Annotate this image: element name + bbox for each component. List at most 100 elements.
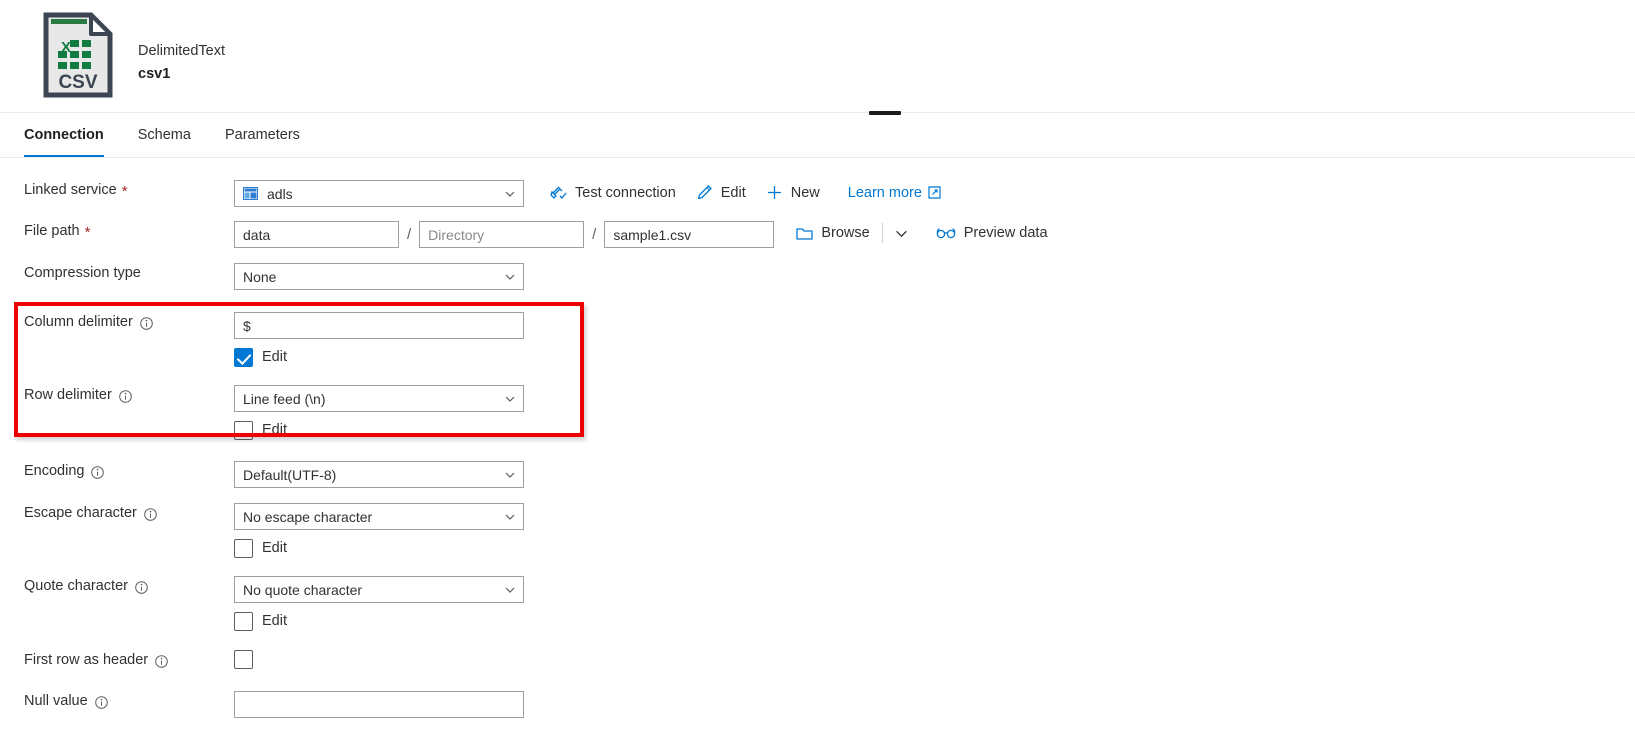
test-connection-label: Test connection — [575, 184, 676, 201]
label-linked-service: Linked service * — [0, 180, 234, 200]
linked-service-label-text: Linked service — [24, 182, 117, 198]
dataset-name: csv1 — [138, 66, 171, 82]
edit-linked-service-label: Edit — [720, 184, 746, 201]
linked-service-actions: Test connection Edit New Learn more — [540, 180, 941, 205]
edit-linked-service-button[interactable]: Edit — [686, 180, 756, 205]
adls-icon — [243, 187, 258, 200]
row-delimiter-field: Line feed (\n) Edit — [234, 385, 524, 440]
file-path-file-input[interactable]: sample1.csv — [604, 221, 775, 248]
file-path-directory-input[interactable]: Directory — [419, 221, 585, 248]
row-delimiter-edit-label: Edit — [262, 422, 287, 438]
path-separator: / — [592, 226, 597, 243]
external-link-icon — [928, 186, 941, 199]
label-column-delimiter: Column delimiter — [0, 312, 234, 332]
plus-icon — [767, 186, 781, 199]
required-asterisk: * — [121, 183, 128, 200]
panel-header: X CSV DelimitedText csv1 — [0, 0, 1635, 115]
row-first-row-as-header: First row as header — [0, 650, 1635, 670]
preview-data-label: Preview data — [963, 225, 1048, 241]
quote-character-edit-checkbox[interactable] — [234, 611, 253, 631]
escape-character-field: No escape character Edit — [234, 503, 524, 558]
quote-character-edit-label: Edit — [262, 613, 287, 629]
quote-character-label-text: Quote character — [24, 578, 128, 594]
encoding-dropdown[interactable]: Default(UTF-8) — [234, 461, 524, 488]
plug-icon — [550, 186, 567, 199]
null-value-input[interactable] — [234, 691, 524, 718]
file-path-container-input[interactable]: data — [234, 221, 399, 248]
chevron-down-icon — [505, 587, 515, 593]
info-icon[interactable] — [139, 316, 153, 330]
label-quote-character: Quote character — [0, 576, 234, 596]
test-connection-button[interactable]: Test connection — [540, 180, 686, 205]
linked-service-dropdown[interactable]: adls — [234, 180, 524, 207]
info-icon[interactable] — [155, 654, 168, 668]
row-compression-type: Compression type None — [0, 263, 1635, 290]
file-path-actions: Browse Preview data — [786, 221, 1057, 245]
linked-service-value: adls — [267, 185, 293, 202]
row-delimiter-value: Line feed (\n) — [243, 390, 326, 407]
chevron-down-icon — [505, 396, 515, 402]
escape-character-label-text: Escape character — [24, 505, 137, 521]
column-delimiter-edit-checkbox[interactable] — [234, 347, 253, 367]
label-escape-character: Escape character — [0, 503, 234, 523]
row-null-value: Null value — [0, 691, 1635, 718]
row-column-delimiter: Column delimiter $ Edit — [0, 312, 1635, 367]
compression-type-value: None — [243, 268, 277, 285]
tab-bar: Connection Schema Parameters — [0, 113, 1635, 158]
column-delimiter-edit-row: Edit — [234, 347, 524, 367]
escape-character-edit-checkbox[interactable] — [234, 538, 253, 558]
column-delimiter-field: $ Edit — [234, 312, 524, 367]
info-icon[interactable] — [135, 580, 148, 594]
dataset-properties-panel: X CSV DelimitedText csv1 Connection Sche… — [0, 0, 1635, 729]
row-delimiter-dropdown[interactable]: Line feed (\n) — [234, 385, 524, 412]
row-row-delimiter: Row delimiter Line feed (\n) Edit — [0, 385, 1635, 440]
column-delimiter-edit-label: Edit — [262, 349, 287, 365]
required-asterisk: * — [84, 224, 91, 241]
escape-character-edit-row: Edit — [234, 538, 524, 558]
learn-more-label: Learn more — [847, 184, 922, 201]
chevron-down-icon — [505, 514, 515, 520]
chevron-down-icon — [505, 191, 515, 197]
quote-character-dropdown[interactable]: No quote character — [234, 576, 524, 603]
quote-character-field: No quote character Edit — [234, 576, 524, 631]
encoding-value: Default(UTF-8) — [243, 466, 337, 483]
preview-data-button[interactable]: Preview data — [926, 221, 1058, 245]
chevron-down-icon — [505, 274, 515, 280]
escape-character-value: No escape character — [243, 508, 373, 525]
tab-connection[interactable]: Connection — [24, 113, 104, 157]
info-icon[interactable] — [94, 695, 108, 709]
info-icon[interactable] — [144, 507, 157, 521]
file-path-file-value: sample1.csv — [613, 226, 692, 243]
file-path-directory-placeholder: Directory — [428, 226, 485, 243]
column-delimiter-input[interactable]: $ — [234, 312, 524, 339]
column-delimiter-label-text: Column delimiter — [24, 314, 133, 330]
tab-schema[interactable]: Schema — [138, 113, 191, 157]
escape-character-dropdown[interactable]: No escape character — [234, 503, 524, 530]
new-linked-service-button[interactable]: New — [756, 180, 830, 205]
quote-character-value: No quote character — [243, 581, 363, 598]
browse-dropdown-button[interactable] — [885, 223, 918, 244]
row-linked-service: Linked service * adls Test connection Ed… — [0, 180, 1635, 207]
row-escape-character: Escape character No escape character Edi… — [0, 503, 1635, 558]
label-first-row-as-header: First row as header — [0, 650, 234, 670]
folder-icon — [796, 227, 813, 240]
browse-button[interactable]: Browse — [786, 221, 879, 245]
encoding-label-text: Encoding — [24, 463, 85, 479]
file-path-container-value: data — [243, 226, 271, 243]
info-icon[interactable] — [91, 465, 105, 479]
compression-type-dropdown[interactable]: None — [234, 263, 524, 290]
tab-parameters[interactable]: Parameters — [225, 113, 300, 157]
row-encoding: Encoding Default(UTF-8) — [0, 461, 1635, 488]
svg-text:CSV: CSV — [58, 72, 97, 93]
row-delimiter-edit-checkbox[interactable] — [234, 420, 253, 440]
first-row-as-header-checkbox[interactable] — [234, 650, 253, 669]
info-icon[interactable] — [119, 389, 132, 403]
chevron-down-icon — [505, 472, 515, 478]
label-file-path: File path * — [0, 221, 234, 241]
quote-character-edit-row: Edit — [234, 611, 524, 631]
label-encoding: Encoding — [0, 461, 234, 481]
chevron-down-icon — [895, 230, 907, 237]
label-compression-type: Compression type — [0, 263, 234, 283]
label-row-delimiter: Row delimiter — [0, 385, 234, 405]
learn-more-link[interactable]: Learn more — [848, 185, 941, 201]
